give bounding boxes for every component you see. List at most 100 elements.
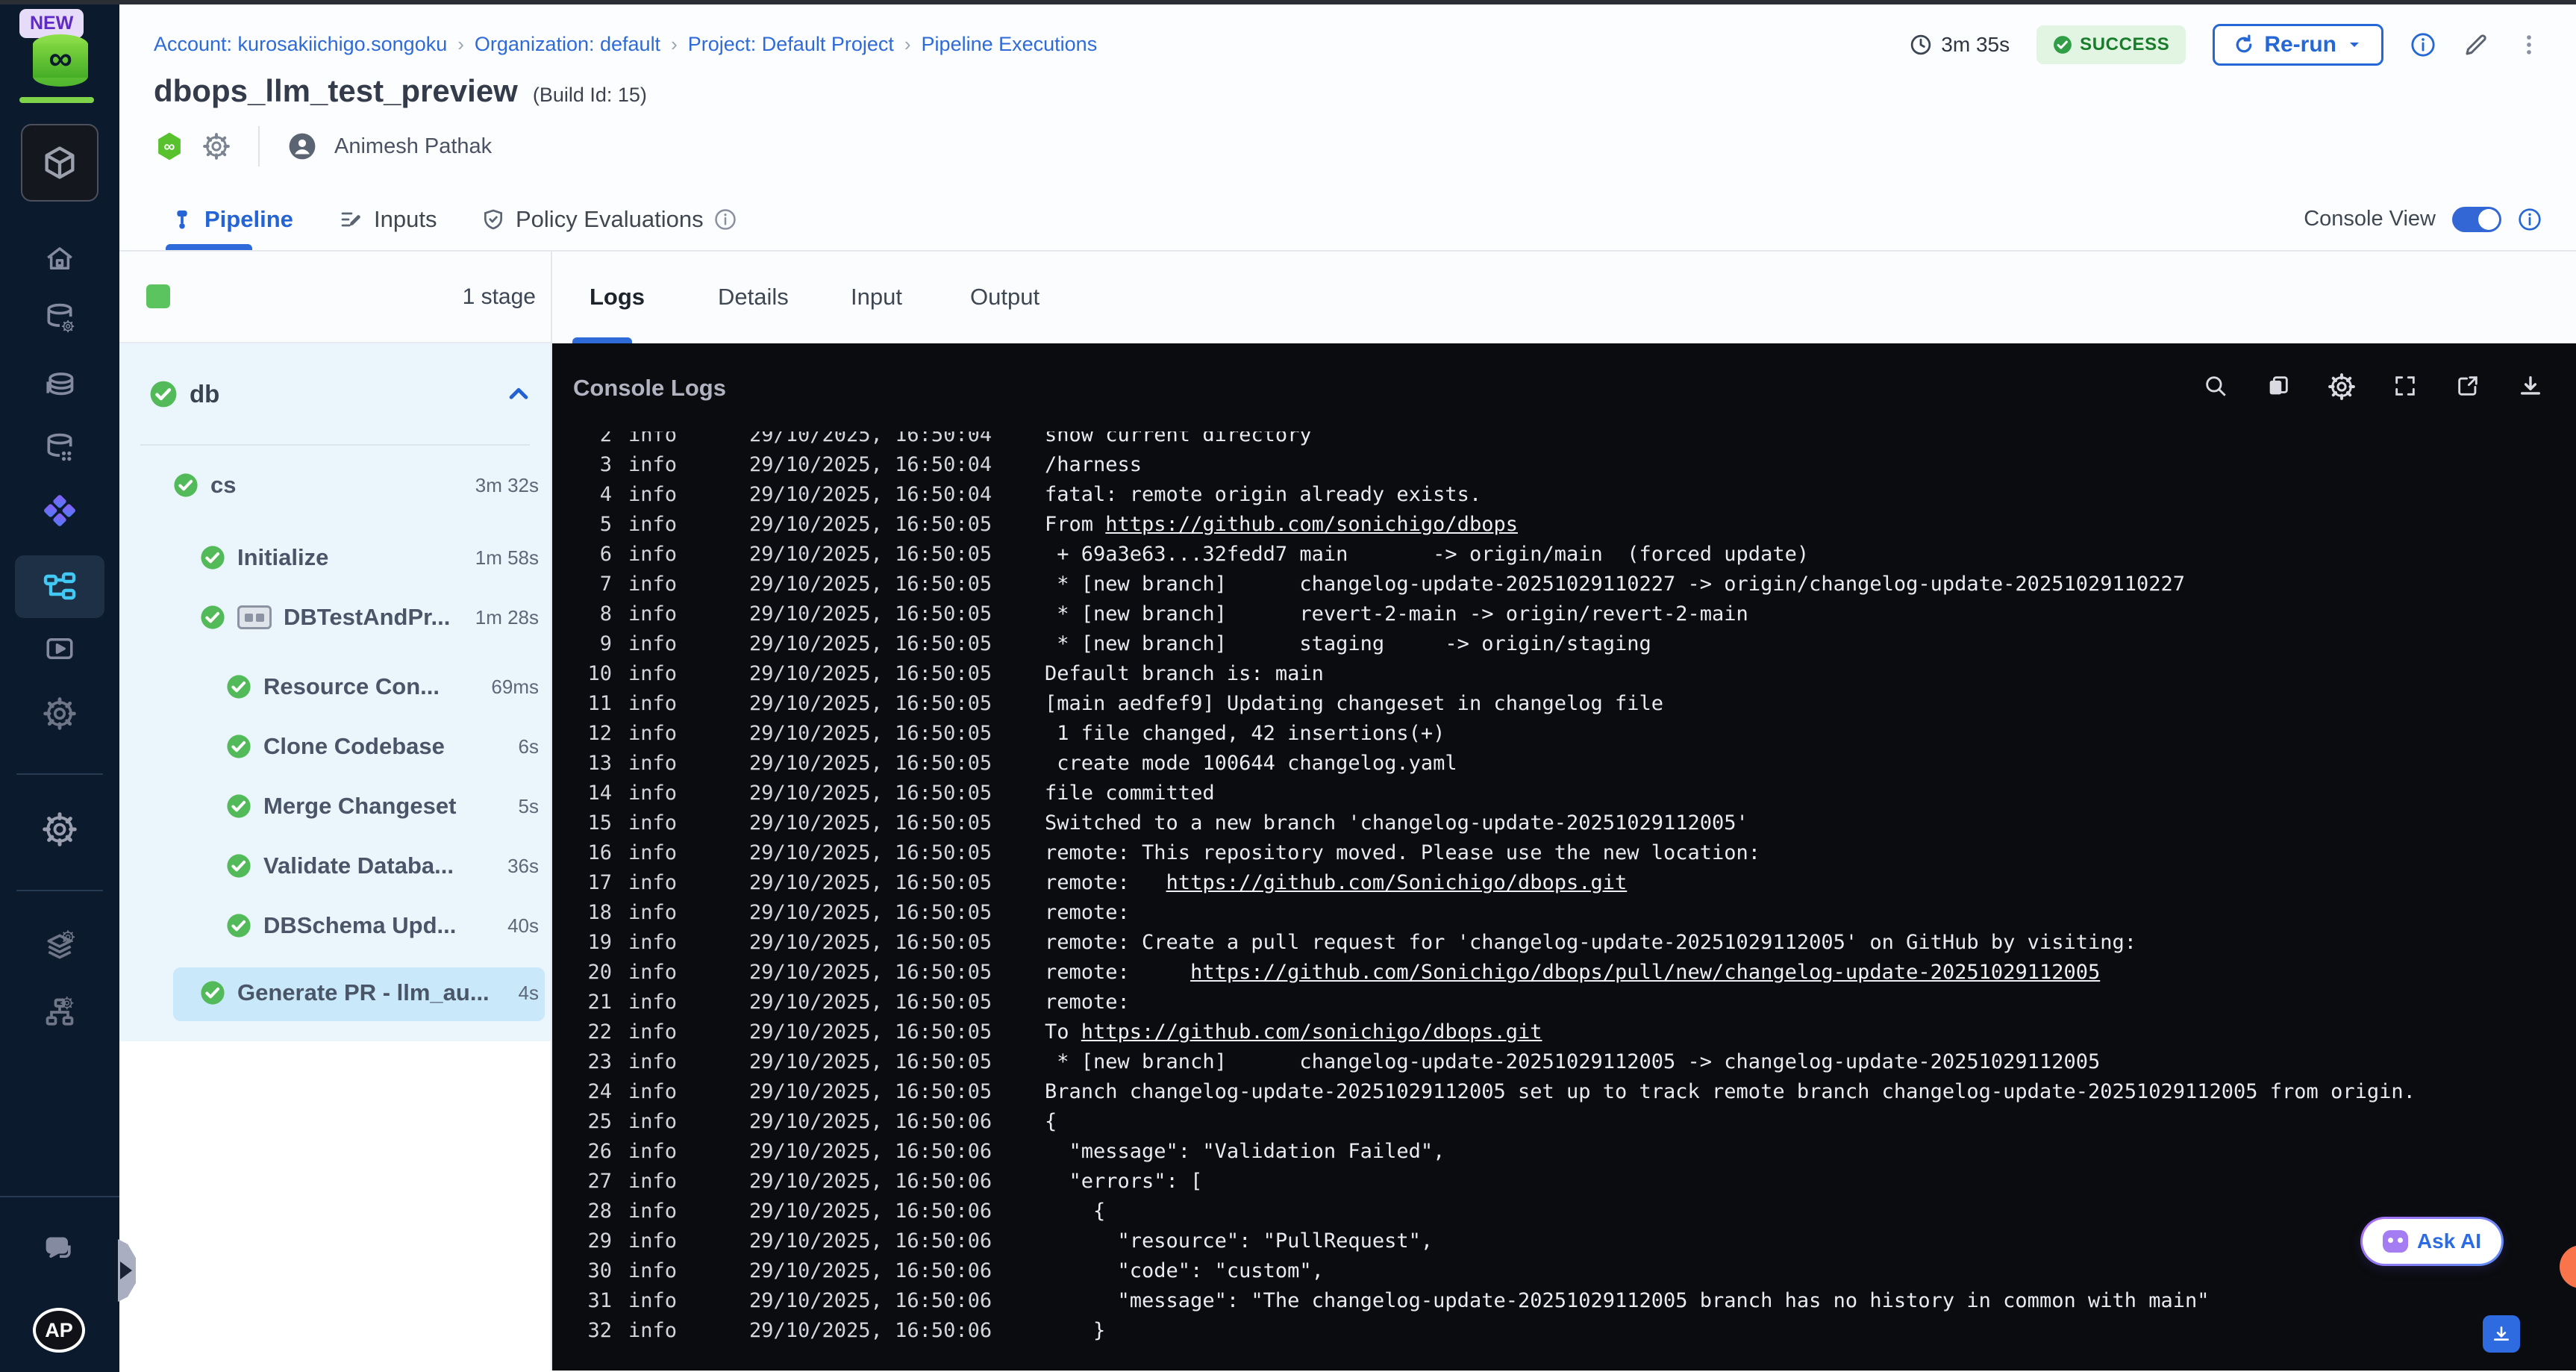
step-label: DBTestAndPr... [284, 604, 451, 630]
breadcrumb-pipeline-executions[interactable]: Pipeline Executions [922, 33, 1098, 56]
log-message: "message": "The changelog-update-2025102… [1045, 1289, 2210, 1312]
log-line: 25 info 29/10/2025, 16:50:06 { [552, 1107, 2576, 1137]
step-label: cs [210, 472, 237, 498]
rerun-button[interactable]: Re-run [2213, 24, 2383, 66]
log-level: info [628, 483, 678, 506]
step-label: Merge Changeset [263, 793, 457, 819]
console-title: Console Logs [573, 375, 726, 401]
breadcrumb-organization[interactable]: Organization: default [475, 33, 660, 56]
step-row[interactable]: Resource Con... 69ms [226, 669, 552, 705]
step-row[interactable]: DBSchema Upd... 40s [226, 908, 552, 944]
search-icon[interactable] [2203, 373, 2228, 399]
step-row[interactable]: Clone Codebase 6s [226, 729, 552, 764]
step-row[interactable]: DBTestAndPr... 1m 28s [200, 599, 552, 635]
log-message: * [new branch] changelog-update-20251029… [1045, 1050, 2101, 1073]
tab-pipeline[interactable]: Pipeline [170, 188, 293, 250]
console-view-toggle[interactable] [2452, 206, 2501, 232]
step-row[interactable]: cs 3m 32s [173, 467, 552, 503]
harness-db-devops-logo[interactable]: ∞ [33, 34, 88, 87]
log-level: info [628, 1080, 678, 1103]
tab-output[interactable]: Output [970, 252, 1040, 342]
module-selector-button[interactable] [21, 124, 99, 202]
step-row[interactable]: Validate Databa... 36s [226, 848, 552, 884]
tab-logs[interactable]: Logs [590, 252, 645, 342]
ask-ai-button[interactable]: Ask AI [2360, 1217, 2504, 1266]
nav-pipelines-button-active[interactable] [15, 555, 104, 618]
info-icon[interactable] [2518, 208, 2542, 231]
step-duration: 4s [518, 981, 539, 1004]
pipeline-icon [177, 210, 187, 229]
breadcrumb-account[interactable]: Account: kurosakiichigo.songoku [154, 33, 447, 56]
log-timestamp: 29/10/2025, 16:50:06 [749, 1170, 992, 1193]
log-line: 12 info 29/10/2025, 16:50:05 1 file chan… [552, 719, 2576, 749]
tab-policy-label: Policy Evaluations [516, 205, 704, 232]
gear-icon[interactable] [203, 133, 230, 160]
help-button[interactable] [0, 1233, 119, 1266]
user-avatar[interactable]: AP [33, 1308, 85, 1353]
execution-tabs: Pipeline Inputs Policy Evaluations Conso… [119, 188, 2576, 252]
step-row-selected[interactable]: Generate PR - llm_au... 4s [200, 975, 552, 1011]
download-icon[interactable] [2518, 373, 2543, 399]
tab-details[interactable]: Details [718, 252, 789, 342]
nav-executions-button[interactable] [0, 633, 119, 664]
nav-home-button[interactable] [0, 243, 119, 275]
stacked-databases-icon [46, 372, 74, 396]
info-icon [2411, 33, 2435, 57]
breadcrumb-project[interactable]: Project: Default Project [688, 33, 894, 56]
log-level: info [628, 961, 678, 984]
nav-default-settings-button[interactable] [0, 930, 119, 963]
log-timestamp: 29/10/2025, 16:50:05 [749, 991, 992, 1014]
chevron-up-icon[interactable] [506, 381, 531, 407]
log-line-number: 3 [599, 453, 612, 476]
nav-db-instances-button[interactable] [0, 302, 119, 334]
log-timestamp: 29/10/2025, 16:50:04 [749, 453, 992, 476]
log-line: 24 info 29/10/2025, 16:50:05 Branch chan… [552, 1077, 2576, 1107]
copy-icon[interactable] [2266, 373, 2291, 399]
execution-info-button[interactable] [2410, 32, 2436, 57]
fullscreen-icon[interactable] [2392, 373, 2418, 399]
open-in-new-icon[interactable] [2455, 373, 2480, 399]
log-message: To https://github.com/sonichigo/dbops.gi… [1045, 1020, 1542, 1044]
nav-modules-colored-button[interactable] [0, 494, 119, 527]
stage-group-label: db [190, 380, 220, 408]
nav-org-settings-button[interactable] [0, 996, 119, 1029]
log-line-number: 7 [599, 573, 612, 596]
success-check-icon [226, 853, 251, 879]
tab-inputs[interactable]: Inputs [340, 188, 437, 250]
log-message: "code": "custom", [1045, 1259, 1324, 1282]
log-timestamp: 29/10/2025, 16:50:06 [749, 1289, 992, 1312]
more-options-button[interactable] [2516, 32, 2542, 57]
tab-input[interactable]: Input [851, 252, 902, 342]
step-group-icon [237, 605, 272, 629]
log-level: info [628, 871, 678, 894]
scroll-to-bottom-button[interactable] [2483, 1315, 2520, 1353]
log-link[interactable]: https://github.com/sonichigo/dbops.git [1081, 1020, 1542, 1044]
log-link[interactable]: https://github.com/Sonichigo/dbops/pull/… [1190, 961, 2100, 984]
log-line: 28 info 29/10/2025, 16:50:06 { [552, 1197, 2576, 1226]
log-timestamp: 29/10/2025, 16:50:04 [749, 483, 992, 506]
log-level: info [628, 1110, 678, 1133]
nav-db-migrations-button[interactable] [0, 431, 119, 464]
edit-pipeline-button[interactable] [2463, 31, 2489, 58]
nav-settings-button[interactable] [0, 812, 119, 846]
sidebar-collapse-handle[interactable] [118, 1239, 136, 1302]
log-scroll-area[interactable]: 2 info 29/10/2025, 16:50:04 show current… [552, 431, 2576, 1371]
stage-group-db[interactable]: db [149, 373, 551, 415]
log-level: info [628, 602, 678, 626]
log-line: 13 info 29/10/2025, 16:50:05 create mode… [552, 749, 2576, 779]
step-row[interactable]: Initialize 1m 58s [200, 540, 552, 576]
log-line: 9 info 29/10/2025, 16:50:05 * [new branc… [552, 629, 2576, 659]
log-line: 20 info 29/10/2025, 16:50:05 remote: htt… [552, 958, 2576, 988]
execution-header: Account: kurosakiichigo.songoku › Organi… [119, 4, 2576, 188]
step-row[interactable]: Merge Changeset 5s [226, 788, 552, 824]
log-line-number: 22 [587, 1020, 612, 1044]
tab-policy-evaluations[interactable]: Policy Evaluations [481, 188, 737, 250]
gear-icon[interactable] [2328, 373, 2355, 400]
info-icon[interactable] [714, 208, 737, 231]
nav-db-schemas-button[interactable] [0, 369, 119, 402]
log-line-number: 30 [587, 1259, 612, 1282]
nav-pipeline-settings-button[interactable] [0, 697, 119, 730]
log-level: info [628, 692, 678, 715]
log-link[interactable]: https://github.com/Sonichigo/dbops.git [1166, 871, 1628, 894]
log-link[interactable]: https://github.com/sonichigo/dbops [1105, 513, 1518, 536]
